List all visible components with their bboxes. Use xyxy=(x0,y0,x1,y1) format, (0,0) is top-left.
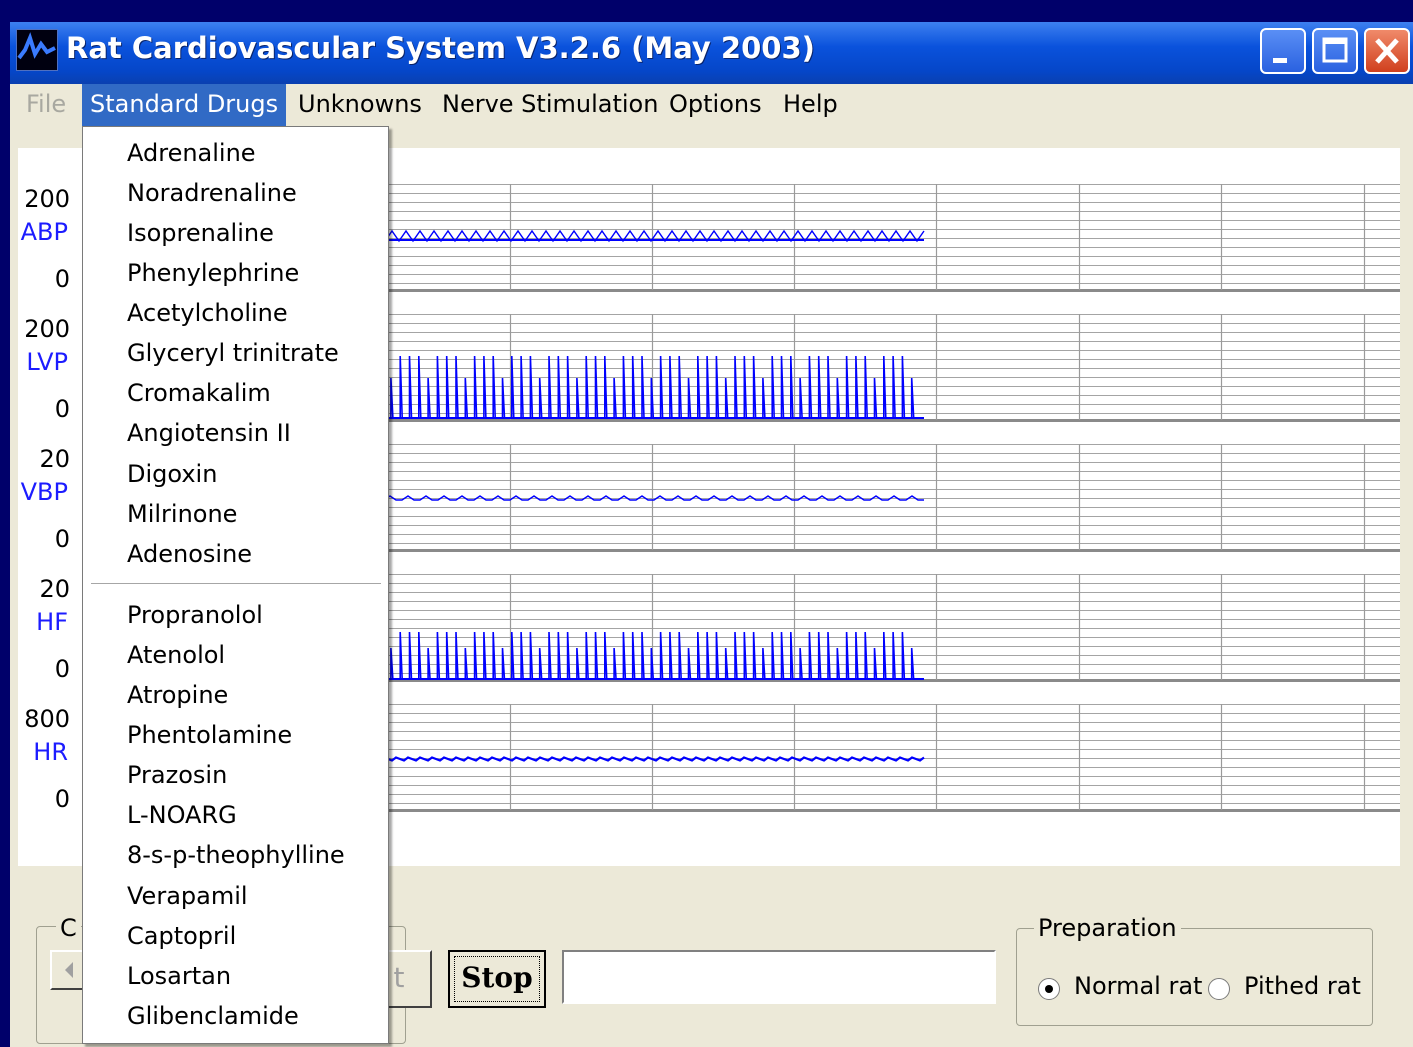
drug-item-noradrenaline[interactable]: Noradrenaline xyxy=(83,173,388,213)
drug-item-isoprenaline[interactable]: Isoprenaline xyxy=(83,213,388,253)
drug-item-prazosin[interactable]: Prazosin xyxy=(83,755,388,795)
menu-bar: File Standard Drugs Unknowns Nerve Stimu… xyxy=(10,84,1413,126)
minimize-icon[interactable] xyxy=(1260,28,1306,74)
drug-item-verapamil[interactable]: Verapamil xyxy=(83,876,388,916)
lvp-channel-label: LVP xyxy=(26,348,68,376)
drug-item-digoxin[interactable]: Digoxin xyxy=(83,454,388,494)
menu-options[interactable]: Options xyxy=(661,84,770,126)
drug-item-glibenclamide[interactable]: Glibenclamide xyxy=(83,996,388,1036)
title-bar[interactable]: Rat Cardiovascular System V3.2.6 (May 20… xyxy=(10,22,1413,84)
menu-standard-drugs[interactable]: Standard Drugs xyxy=(82,84,287,126)
window-title: Rat Cardiovascular System V3.2.6 (May 20… xyxy=(66,31,815,65)
drug-item-captopril[interactable]: Captopril xyxy=(83,916,388,956)
vbp-channel-label: VBP xyxy=(20,478,68,506)
vbp-max-label: 20 xyxy=(39,445,70,473)
menu-nerve-stimulation[interactable]: Nerve Stimulation xyxy=(434,84,666,126)
drug-item-adrenaline[interactable]: Adrenaline xyxy=(83,133,388,173)
hf-channel-label: HF xyxy=(36,608,68,636)
drug-item-phenylephrine[interactable]: Phenylephrine xyxy=(83,253,388,293)
standard-drugs-menu: Adrenaline Noradrenaline Isoprenaline Ph… xyxy=(82,126,389,1044)
app-window: Rat Cardiovascular System V3.2.6 (May 20… xyxy=(10,22,1413,1047)
close-icon[interactable] xyxy=(1364,28,1410,74)
hf-min-label: 0 xyxy=(54,655,70,683)
lvp-min-label: 0 xyxy=(54,395,70,423)
menu-file[interactable]: File xyxy=(18,84,74,126)
hf-max-label: 20 xyxy=(39,575,70,603)
stop-button[interactable]: Stop xyxy=(448,950,546,1008)
preparation-title: Preparation xyxy=(1034,914,1181,942)
drug-item-acetylcholine[interactable]: Acetylcholine xyxy=(83,293,388,333)
abp-max-label: 200 xyxy=(24,185,70,213)
drug-item-angiotensin-ii[interactable]: Angiotensin II xyxy=(83,413,388,453)
maximize-icon[interactable] xyxy=(1312,28,1358,74)
menu-separator xyxy=(91,583,381,585)
hr-max-label: 800 xyxy=(24,705,70,733)
drug-item-cromakalim[interactable]: Cromakalim xyxy=(83,373,388,413)
abp-channel-label: ABP xyxy=(20,218,68,246)
control-group-title: C xyxy=(56,914,81,942)
drug-item-phentolamine[interactable]: Phentolamine xyxy=(83,715,388,755)
lvp-max-label: 200 xyxy=(24,315,70,343)
pithed-rat-label[interactable]: Pithed rat xyxy=(1244,972,1361,1000)
status-field xyxy=(562,950,996,1004)
pithed-rat-radio[interactable] xyxy=(1208,978,1230,1000)
hr-channel-label: HR xyxy=(33,738,68,766)
drug-item-losartan[interactable]: Losartan xyxy=(83,956,388,996)
menu-help[interactable]: Help xyxy=(775,84,846,126)
drug-item-atropine[interactable]: Atropine xyxy=(83,675,388,715)
abp-min-label: 0 xyxy=(54,265,70,293)
drug-item-atenolol[interactable]: Atenolol xyxy=(83,635,388,675)
drug-item-adenosine[interactable]: Adenosine xyxy=(83,534,388,574)
drug-item-propranolol[interactable]: Propranolol xyxy=(83,595,388,635)
normal-rat-label[interactable]: Normal rat xyxy=(1074,972,1202,1000)
vbp-min-label: 0 xyxy=(54,525,70,553)
hr-min-label: 0 xyxy=(54,785,70,813)
app-icon xyxy=(16,29,58,71)
drug-item-milrinone[interactable]: Milrinone xyxy=(83,494,388,534)
menu-unknowns[interactable]: Unknowns xyxy=(290,84,430,126)
normal-rat-radio[interactable] xyxy=(1038,978,1060,1000)
drug-item-glyceryl-trinitrate[interactable]: Glyceryl trinitrate xyxy=(83,333,388,373)
drug-item-l-noarg[interactable]: L-NOARG xyxy=(83,795,388,835)
drug-item-8-s-p-theophylline[interactable]: 8-s-p-theophylline xyxy=(83,835,388,875)
